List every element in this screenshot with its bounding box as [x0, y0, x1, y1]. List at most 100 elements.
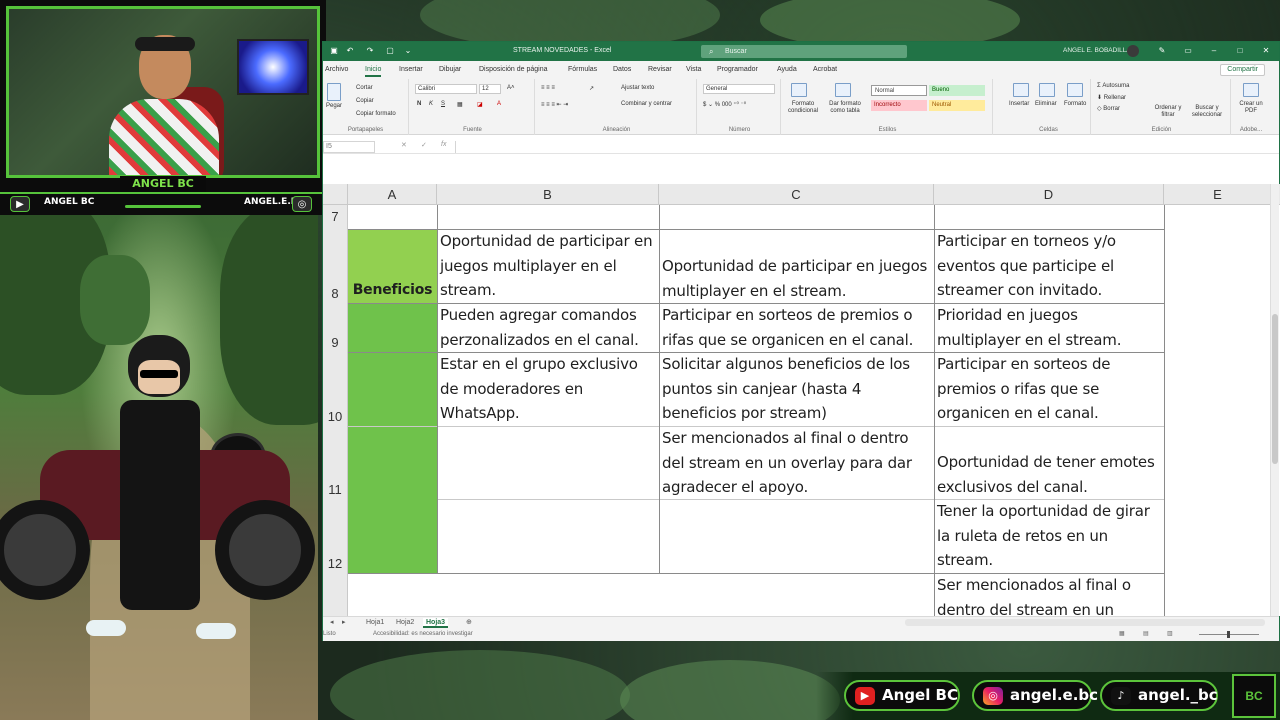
tab-datos[interactable]: Datos: [613, 66, 631, 73]
format-as-table-button[interactable]: Dar formato como tabla: [825, 101, 865, 115]
paste-button[interactable]: Pegar: [326, 103, 342, 109]
enter-formula-icon[interactable]: ✓: [421, 141, 427, 149]
row-header-10[interactable]: 10: [323, 352, 348, 426]
column-header-d[interactable]: D: [934, 184, 1164, 205]
format-cells-icon[interactable]: [1067, 83, 1083, 97]
sheet-nav-prev-icon[interactable]: ◂: [327, 618, 337, 628]
style-normal[interactable]: Normal: [871, 85, 927, 96]
view-pagebreak-icon[interactable]: ▥: [1167, 630, 1173, 637]
cell-d10[interactable]: Participar en sorteos de premios o rifas…: [934, 352, 1164, 426]
youtube-link[interactable]: ▶ Angel BC: [844, 680, 960, 711]
merge-button[interactable]: Combinar y centrar: [621, 101, 672, 107]
fill-button[interactable]: ⬇ Rellenar: [1097, 94, 1126, 101]
close-icon[interactable]: ✕: [1261, 46, 1271, 56]
delete-cells-button[interactable]: Eliminar: [1035, 101, 1057, 107]
cancel-formula-icon[interactable]: ✕: [401, 141, 407, 149]
formula-input[interactable]: [455, 141, 1267, 153]
cell-c9[interactable]: Participar en sorteos de premios o rifas…: [659, 303, 934, 352]
autosave-icon[interactable]: ▣: [329, 46, 339, 56]
paste-icon[interactable]: [327, 83, 341, 101]
cell-b10[interactable]: Estar en el grupo exclusivo de moderador…: [437, 352, 659, 426]
row-header-9[interactable]: 9: [323, 303, 348, 352]
vertical-scrollbar[interactable]: [1270, 184, 1279, 616]
cell-a12[interactable]: [348, 499, 437, 573]
sheet-tab-hoja2[interactable]: Hoja2: [393, 618, 417, 628]
autosum-button[interactable]: Σ Autosuma: [1097, 83, 1129, 89]
corner-select-all[interactable]: [323, 184, 348, 205]
new-file-icon[interactable]: ▢: [385, 46, 395, 56]
tab-programador[interactable]: Programador: [717, 66, 758, 73]
copy-button[interactable]: Copiar: [356, 98, 374, 104]
sheet-tab-hoja1[interactable]: Hoja1: [363, 618, 387, 628]
number-format-select[interactable]: General: [703, 84, 775, 94]
insert-cells-button[interactable]: Insertar: [1009, 101, 1029, 107]
share-button[interactable]: Compartir: [1220, 64, 1265, 76]
sheet-nav-next-icon[interactable]: ▸: [339, 618, 349, 628]
format-cells-button[interactable]: Formato: [1064, 101, 1086, 107]
orientation-icon[interactable]: ↗: [589, 85, 594, 92]
fill-color-icon[interactable]: ◪: [477, 101, 483, 108]
style-incorrecto[interactable]: Incorrecto: [871, 100, 927, 111]
conditional-format-button[interactable]: Formato condicional: [785, 101, 821, 115]
redo-icon[interactable]: ↷: [365, 46, 375, 56]
cell-b9[interactable]: Pueden agregar comandos perzonalizados e…: [437, 303, 659, 352]
grow-font-icon[interactable]: A˄: [507, 85, 515, 91]
column-header-e[interactable]: E: [1164, 184, 1272, 205]
row-header-8[interactable]: 8: [323, 229, 348, 303]
pen-icon[interactable]: ✎: [1157, 46, 1167, 56]
bold-icon[interactable]: N: [417, 101, 421, 107]
borders-icon[interactable]: ▦: [457, 101, 463, 108]
scroll-thumb[interactable]: [1272, 314, 1278, 464]
tab-revisar[interactable]: Revisar: [648, 66, 672, 73]
insert-cells-icon[interactable]: [1013, 83, 1029, 97]
pdf-icon[interactable]: [1243, 83, 1259, 97]
cell-c10[interactable]: Solicitar algunos beneficios de los punt…: [659, 352, 934, 426]
find-select-button[interactable]: Buscar y seleccionar: [1189, 105, 1225, 119]
italic-icon[interactable]: K: [429, 101, 433, 107]
cell-d12[interactable]: Tener la oportunidad de girar la ruleta …: [934, 499, 1164, 573]
sort-filter-button[interactable]: Ordenar y filtrar: [1151, 105, 1185, 119]
row-header-11[interactable]: 11: [323, 426, 348, 499]
minimize-icon[interactable]: –: [1209, 46, 1219, 56]
conditional-format-icon[interactable]: [791, 83, 807, 97]
font-color-icon[interactable]: A: [497, 101, 501, 107]
delete-cells-icon[interactable]: [1039, 83, 1055, 97]
undo-icon[interactable]: ↶: [345, 46, 355, 56]
tab-disposicion[interactable]: Disposición de página: [479, 66, 548, 73]
cell-a9[interactable]: [348, 303, 437, 352]
cell-c11[interactable]: Ser mencionados al final o dentro del st…: [659, 426, 934, 499]
cell-d9[interactable]: Prioridad en juegos multiplayer en el st…: [934, 303, 1164, 352]
tab-formulas[interactable]: Fórmulas: [568, 66, 597, 73]
maximize-icon[interactable]: □: [1235, 46, 1245, 56]
column-header-a[interactable]: A: [348, 184, 437, 205]
horizontal-scrollbar[interactable]: [905, 619, 1265, 626]
view-layout-icon[interactable]: ▤: [1143, 630, 1149, 637]
align-left-icon[interactable]: ≡ ≡ ≡ ⇤ ⇥: [541, 101, 568, 108]
style-neutral[interactable]: Neutral: [929, 100, 985, 111]
font-name-select[interactable]: Calibri: [415, 84, 477, 94]
tab-insertar[interactable]: Insertar: [399, 66, 423, 73]
view-normal-icon[interactable]: ▦: [1119, 630, 1125, 637]
tab-inicio[interactable]: Inicio: [365, 66, 382, 77]
tiktok-link[interactable]: ♪ angel._bc: [1100, 680, 1218, 711]
underline-icon[interactable]: S: [441, 101, 445, 107]
font-size-select[interactable]: 12: [479, 84, 501, 94]
cell-a10[interactable]: [348, 352, 437, 426]
align-top-icon[interactable]: ≡ ≡ ≡: [541, 85, 555, 91]
cell-b8[interactable]: Oportunidad de participar en juegos mult…: [437, 229, 659, 303]
sheet-tab-hoja3[interactable]: Hoja3: [423, 618, 449, 628]
zoom-knob[interactable]: [1227, 631, 1230, 638]
create-pdf-button[interactable]: Crear un PDF: [1235, 101, 1267, 115]
clear-button[interactable]: ◇ Borrar: [1097, 105, 1120, 112]
tab-archivo[interactable]: Archivo: [325, 66, 348, 73]
format-as-table-icon[interactable]: [835, 83, 851, 97]
cut-button[interactable]: Cortar: [356, 85, 373, 91]
row-header-13[interactable]: [323, 573, 348, 616]
currency-icon[interactable]: $ ⌄ % 000 ⁺⁰ ⁻⁰: [703, 101, 746, 108]
format-painter-button[interactable]: Copiar formato: [356, 111, 396, 117]
ribbon-display-icon[interactable]: ▭: [1183, 46, 1193, 56]
search-box[interactable]: ⌕ Buscar: [701, 45, 907, 58]
tab-vista[interactable]: Vista: [686, 66, 701, 73]
customize-icon[interactable]: ⌄: [403, 46, 413, 56]
add-sheet-icon[interactable]: ⊕: [463, 618, 475, 628]
